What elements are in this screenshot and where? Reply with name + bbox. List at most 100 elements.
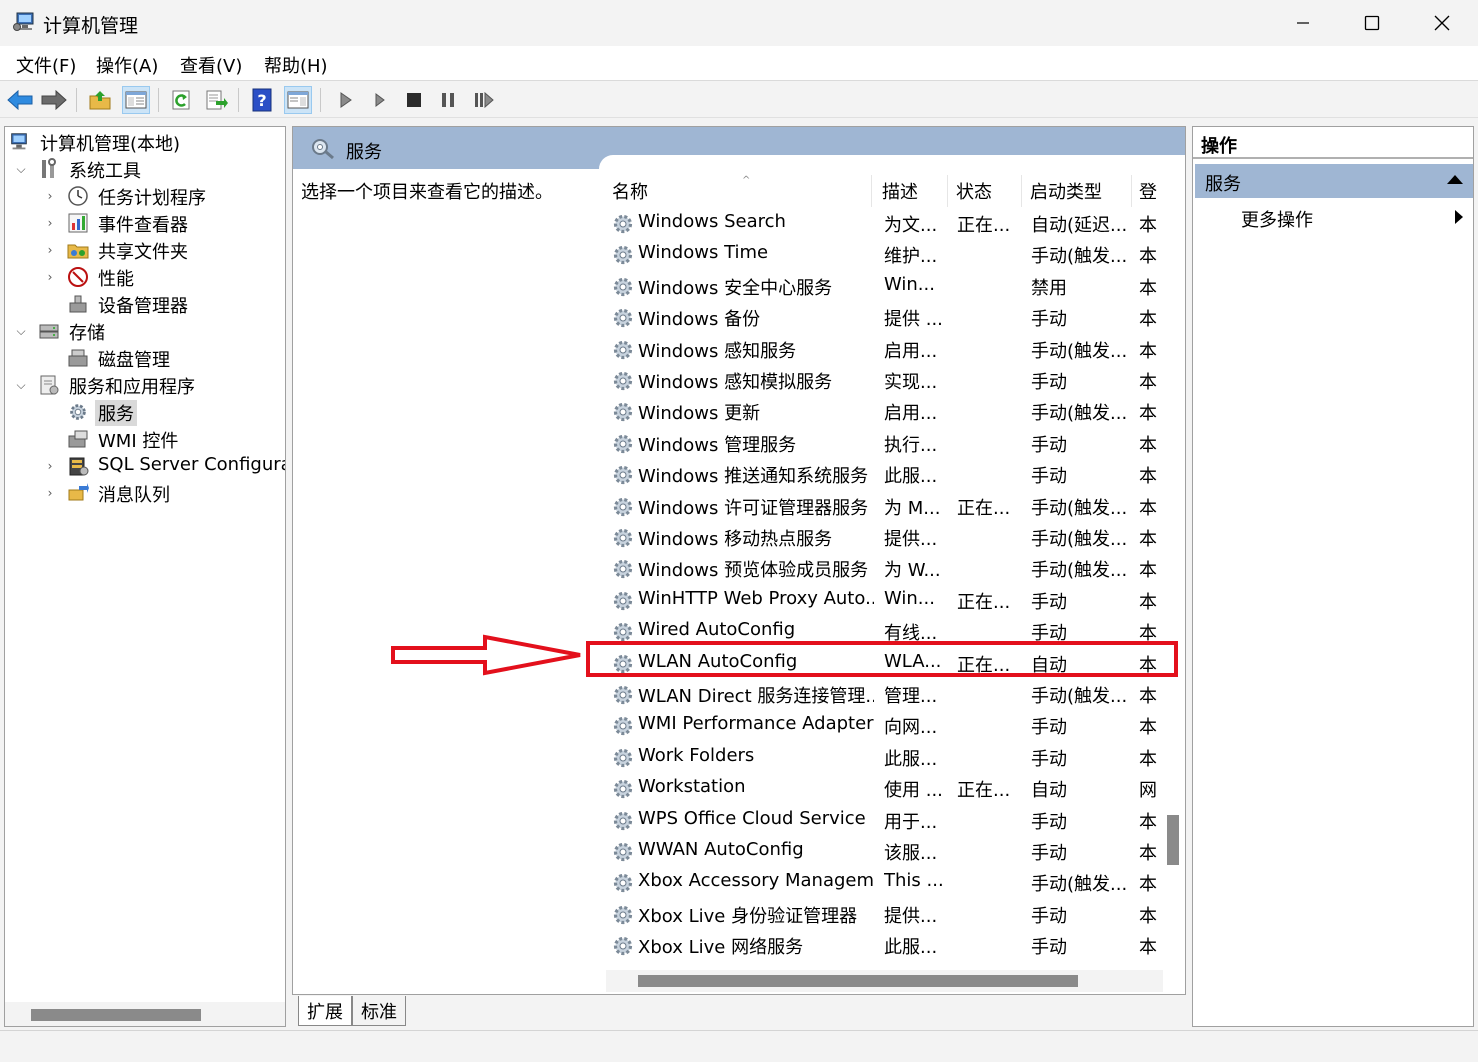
services-horizontal-scrollbar[interactable] — [606, 970, 1163, 992]
tree-item-device-manager[interactable]: 设备管理器 — [5, 291, 285, 317]
service-row[interactable]: Windows 感知模拟服务 实现... 手动 本 — [606, 365, 1161, 396]
tree-item-disk-management[interactable]: 磁盘管理 — [5, 345, 285, 371]
chevron-right-icon[interactable]: › — [43, 189, 57, 203]
tree-item-system-tools[interactable]: ⌵ 系统工具 — [5, 156, 285, 182]
gear-icon — [611, 432, 635, 456]
show-hide-action-pane-icon[interactable] — [284, 86, 312, 114]
toolbar-separator — [158, 88, 159, 112]
maximize-button[interactable] — [1337, 0, 1407, 46]
tree-item-wmi-control[interactable]: WMI 控件 — [5, 426, 285, 452]
service-name: WWAN AutoConfig — [638, 839, 804, 860]
service-row[interactable]: Work Folders 此服... 手动 本 — [606, 742, 1161, 773]
service-logon: 本 — [1139, 246, 1157, 267]
service-row[interactable]: Windows 安全中心服务 Win... 禁用 本 — [606, 271, 1161, 302]
service-row[interactable]: Windows 备份 提供 ... 手动 本 — [606, 302, 1161, 333]
chevron-right-icon[interactable]: › — [43, 270, 57, 284]
chevron-down-icon[interactable]: ⌵ — [14, 378, 28, 392]
more-actions-item[interactable]: 更多操作 — [1241, 206, 1313, 232]
chevron-down-icon[interactable]: ⌵ — [14, 324, 28, 338]
tree-item-sql-server[interactable]: › SQL Server Configurati — [5, 453, 285, 479]
service-row[interactable]: Windows 管理服务 执行... 手动 本 — [606, 428, 1161, 459]
service-row[interactable]: Workstation 使用 ... 正在... 自动 网 — [606, 773, 1161, 804]
scrollbar-thumb[interactable] — [1167, 815, 1179, 865]
service-row[interactable]: WMI Performance Adapter 向网... 手动 本 — [606, 710, 1161, 741]
tree-item-computer-management[interactable]: 计算机管理(本地) — [5, 129, 285, 155]
service-row[interactable]: WLAN Direct 服务连接管理... 管理... 手动(触发... 本 — [606, 679, 1161, 710]
start-service-alt-icon[interactable] — [366, 86, 394, 114]
up-folder-icon[interactable] — [86, 86, 114, 114]
scrollbar-thumb[interactable] — [638, 975, 1078, 987]
menu-action[interactable]: 操作(A) — [96, 52, 158, 78]
tree-item-task-scheduler[interactable]: › 任务计划程序 — [5, 183, 285, 209]
chevron-right-icon[interactable]: › — [43, 486, 57, 500]
computer-management-icon — [13, 11, 37, 33]
column-header-name[interactable]: 名称 ^ — [606, 175, 872, 207]
tree-item-message-queue[interactable]: › 消息队列 — [5, 480, 285, 506]
chevron-right-icon[interactable]: › — [43, 459, 57, 473]
service-logon: 本 — [1139, 592, 1157, 613]
forward-arrow-icon[interactable] — [40, 86, 68, 114]
tree-label: 共享文件夹 — [98, 242, 188, 263]
back-arrow-icon[interactable] — [6, 86, 34, 114]
restart-service-icon[interactable] — [470, 86, 498, 114]
column-label: 状态 — [956, 182, 992, 203]
tree-item-event-viewer[interactable]: › 事件查看器 — [5, 210, 285, 236]
actions-section-services[interactable]: 服务 — [1195, 164, 1473, 198]
service-row[interactable]: Windows 许可证管理器服务为 M... 正在... 手动(触发... 本 — [606, 491, 1161, 522]
services-vertical-scrollbar[interactable] — [1163, 171, 1185, 969]
minimize-button[interactable] — [1268, 0, 1338, 46]
tab-standard[interactable]: 标准 — [352, 996, 406, 1026]
service-description: 提供... — [884, 906, 938, 927]
menu-view[interactable]: 查看(V) — [180, 52, 242, 78]
service-row[interactable]: Windows Search 为文... 正在... 自动(延迟... 本 — [606, 208, 1161, 239]
tree-item-services-apps[interactable]: ⌵ 服务和应用程序 — [5, 372, 285, 398]
service-logon: 本 — [1139, 812, 1157, 833]
service-row[interactable]: Xbox Accessory Managem... This ... 手动(触发..… — [606, 867, 1161, 898]
service-row[interactable]: Xbox Live 网络服务 此服... 手动 本 — [606, 930, 1161, 961]
submenu-arrow-icon[interactable] — [1455, 210, 1463, 224]
column-header-status[interactable]: 状态 — [950, 175, 1022, 207]
service-row[interactable]: Xbox Live 身份验证管理器 提供... 手动 本 — [606, 899, 1161, 930]
help-icon[interactable]: ? — [248, 86, 276, 114]
service-row[interactable]: WPS Office Cloud Service 用于... 手动 本 — [606, 805, 1161, 836]
scrollbar-thumb[interactable] — [31, 1009, 201, 1021]
service-row[interactable]: Windows 移动热点服务 提供... 手动(触发... 本 — [606, 522, 1161, 553]
tree-item-performance[interactable]: › 性能 — [5, 264, 285, 290]
actions-pane: 操作 服务 更多操作 — [1192, 126, 1474, 1027]
column-header-logon[interactable]: 登 — [1133, 175, 1161, 207]
service-logon: 本 — [1139, 278, 1157, 299]
show-hide-console-tree-icon[interactable] — [122, 86, 150, 114]
chevron-down-icon[interactable]: ⌵ — [14, 162, 28, 176]
pause-service-icon[interactable] — [434, 86, 462, 114]
service-row[interactable]: Windows 推送通知系统服务 此服... 手动 本 — [606, 459, 1161, 490]
export-list-icon[interactable] — [202, 86, 230, 114]
tree-item-shared-folders[interactable]: › 共享文件夹 — [5, 237, 285, 263]
service-row[interactable]: WinHTTP Web Proxy Auto... Win... 正在... 手动 本 — [606, 585, 1161, 616]
column-header-startup-type[interactable]: 启动类型 — [1024, 175, 1132, 207]
service-row[interactable]: Windows Time 维护... 手动(触发... 本 — [606, 239, 1161, 270]
close-button[interactable] — [1407, 0, 1477, 46]
search-gear-icon — [310, 137, 336, 165]
service-row[interactable]: Windows 预览体验成员服务为 W... 手动(触发... 本 — [606, 553, 1161, 584]
chevron-right-icon[interactable]: › — [43, 243, 57, 257]
stop-service-icon[interactable] — [400, 86, 428, 114]
gear-icon — [611, 777, 635, 801]
menu-help[interactable]: 帮助(H) — [264, 52, 328, 78]
service-name: WPS Office Cloud Service — [638, 808, 866, 829]
start-service-icon[interactable] — [332, 86, 360, 114]
refresh-icon[interactable] — [168, 86, 196, 114]
menu-file[interactable]: 文件(F) — [16, 52, 76, 78]
service-row[interactable]: Windows 感知服务 启用... 手动(触发... 本 — [606, 334, 1161, 365]
chevron-right-icon[interactable]: › — [43, 216, 57, 230]
service-startup-type: 手动(触发... — [1031, 498, 1128, 519]
tab-extended[interactable]: 扩展 — [298, 996, 352, 1026]
service-row[interactable]: Windows 更新 启用... 手动(触发... 本 — [606, 396, 1161, 427]
column-header-description[interactable]: 描述 — [876, 175, 948, 207]
collapse-up-icon[interactable] — [1447, 175, 1463, 184]
service-name: Windows Time — [638, 242, 769, 263]
tree-horizontal-scrollbar[interactable] — [5, 1002, 285, 1026]
tree-item-services[interactable]: 服务 — [5, 399, 285, 426]
service-row[interactable]: WWAN AutoConfig 该服... 手动 本 — [606, 836, 1161, 867]
tree-item-storage[interactable]: ⌵ 存储 — [5, 318, 285, 344]
tree-label: 任务计划程序 — [98, 188, 206, 209]
